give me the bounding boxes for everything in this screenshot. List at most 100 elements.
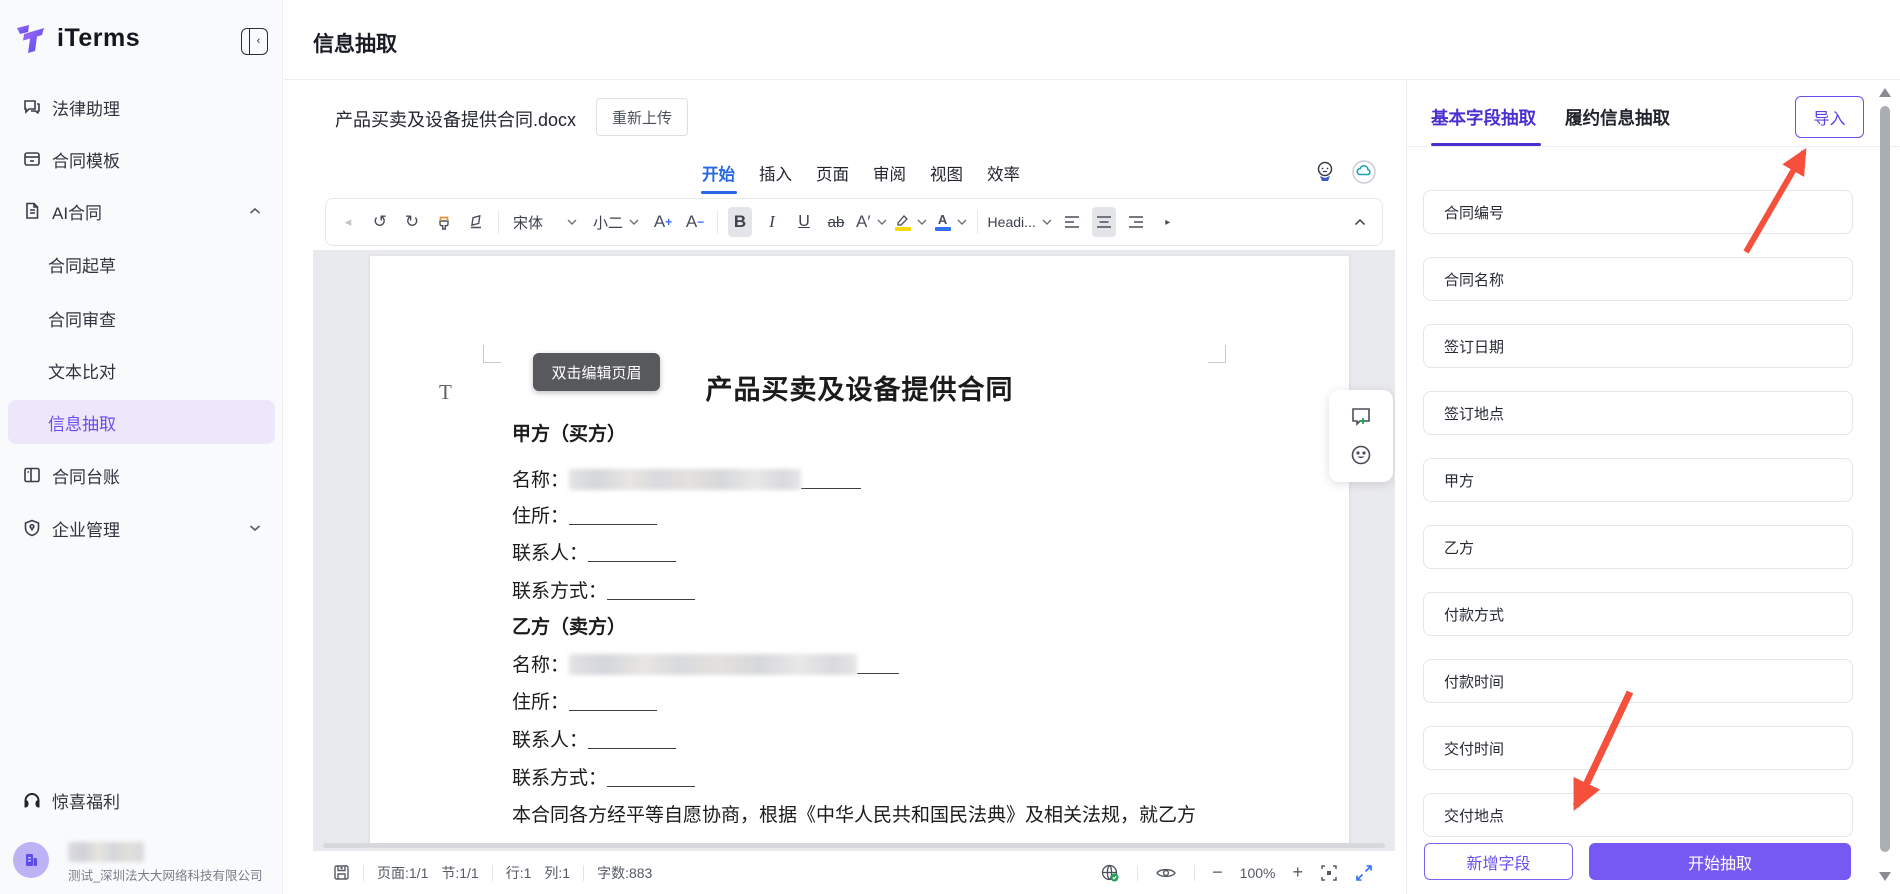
zoom-out-button[interactable]: − (1212, 862, 1223, 883)
nav-back-icon[interactable]: ◂ (336, 207, 360, 237)
margin-mark-left (483, 345, 501, 363)
field-list: 合同编号 合同名称 签订日期 签订地点 甲方 乙方 付款方式 付款时间 交付时间… (1423, 190, 1853, 860)
field-item[interactable]: 合同编号 (1423, 190, 1853, 234)
sidebar-item-benefits[interactable]: 惊喜福利 (8, 778, 275, 822)
contract-closing-line: 本合同各方经平等自愿协商，根据《中华人民共和国民法典》及相关法规，就乙方 (512, 805, 1197, 826)
brand-name: iTerms (57, 23, 141, 52)
highlighter-icon (897, 214, 908, 226)
editor-tabbar-icons (1312, 159, 1377, 185)
format-painter-icon[interactable] (432, 207, 456, 237)
scrollbar-down-arrow[interactable] (1879, 872, 1891, 881)
font-size-select[interactable]: 小二 (589, 207, 643, 237)
tab-home[interactable]: 开始 (702, 161, 735, 185)
tab-efficiency[interactable]: 效率 (987, 161, 1020, 185)
preview-eye-icon[interactable] (1155, 866, 1177, 880)
sidebar-item-label: 合同起草 (48, 256, 116, 276)
building-icon (26, 854, 37, 866)
emoji-icon[interactable] (1349, 443, 1373, 467)
add-field-button[interactable]: 新增字段 (1424, 843, 1573, 880)
field-item[interactable]: 签订日期 (1423, 324, 1853, 368)
zoom-in-button[interactable]: + (1292, 862, 1303, 883)
align-center-button[interactable] (1091, 207, 1116, 237)
highlight-color-swatch (894, 226, 911, 231)
brand-logo: iTerms (14, 22, 140, 54)
language-check-icon[interactable] (1100, 863, 1120, 883)
highlight-color-button[interactable] (894, 207, 927, 237)
sidebar-item-legal-assistant[interactable]: 法律助理 (8, 85, 275, 129)
field-item[interactable]: 签订地点 (1423, 391, 1853, 435)
underline-button[interactable]: U (792, 207, 816, 237)
company-avatar (13, 842, 49, 878)
tab-performance-info[interactable]: 履约信息抽取 (1565, 105, 1670, 130)
undo-icon[interactable]: ↺ (368, 207, 392, 237)
sidebar-item-text-compare[interactable]: 文本比对 (8, 348, 275, 392)
sidebar-item-enterprise-mgmt[interactable]: 企业管理 (8, 506, 275, 550)
horizontal-scrollbar[interactable] (323, 843, 1385, 848)
font-family-value: 宋体 (513, 214, 544, 232)
add-comment-icon[interactable] (1349, 405, 1373, 429)
align-left-button[interactable] (1060, 207, 1084, 237)
sidebar-item-contract-review[interactable]: 合同审查 (8, 296, 275, 340)
tab-basic-fields[interactable]: 基本字段抽取 (1431, 105, 1541, 146)
start-extract-button[interactable]: 开始抽取 (1589, 843, 1851, 880)
sidebar-item-info-extraction[interactable]: 信息抽取 (8, 400, 275, 444)
sidebar-item-contract-template[interactable]: 合同模板 (8, 137, 275, 181)
field-item[interactable]: 甲方 (1423, 458, 1853, 502)
blank-underline (588, 542, 677, 562)
more-tools-icon[interactable]: ▸ (1156, 207, 1180, 237)
increase-font-button[interactable]: A + (651, 207, 675, 237)
reupload-button[interactable]: 重新上传 (596, 98, 689, 136)
status-line: 行:1 (505, 864, 532, 881)
field-item[interactable]: 交付时间 (1423, 726, 1853, 770)
sidebar-item-ai-contract[interactable]: AI合同 (8, 189, 275, 233)
field-item[interactable]: 付款方式 (1423, 592, 1853, 636)
collapse-toolbar-icon[interactable] (1348, 207, 1372, 237)
clear-format-icon[interactable] (464, 207, 488, 237)
cloud-sync-icon[interactable] (1351, 159, 1377, 185)
sidebar-item-label: 惊喜福利 (52, 792, 120, 812)
superscript-button[interactable]: A′ (856, 207, 887, 237)
editor-tabbar: 开始 插入 页面 审阅 视图 效率 (702, 150, 1020, 196)
heading-style-value: Headi... (987, 214, 1036, 230)
comment-float-panel (1329, 390, 1393, 482)
redo-icon[interactable]: ↻ (400, 207, 424, 237)
align-right-button[interactable] (1124, 207, 1148, 237)
redacted-text (569, 469, 802, 490)
document-page[interactable]: T 双击编辑页眉 产品买卖及设备提供合同 甲方（买方） 名称： 住所： 联系人：… (370, 256, 1349, 844)
scrollbar-thumb[interactable] (1880, 106, 1890, 852)
italic-button[interactable]: I (760, 207, 784, 237)
tab-review[interactable]: 审阅 (873, 161, 906, 185)
field-item[interactable]: 交付地点 (1423, 793, 1853, 837)
heading-style-select[interactable]: Headi... (988, 207, 1052, 237)
save-icon[interactable] (333, 864, 350, 881)
document-filename: 产品买卖及设备提供合同.docx (335, 110, 577, 130)
fit-page-icon[interactable] (1320, 864, 1338, 882)
field-item-label: 交付时间 (1444, 740, 1505, 758)
chevron-down-icon (957, 219, 967, 225)
import-button[interactable]: 导入 (1795, 96, 1864, 138)
tab-view[interactable]: 视图 (930, 161, 963, 185)
page-title: 信息抽取 (313, 33, 397, 56)
field-item[interactable]: 合同名称 (1423, 257, 1853, 301)
sidebar-item-label: 信息抽取 (48, 414, 116, 434)
assistant-mascot-icon[interactable] (1312, 159, 1338, 185)
fullscreen-icon[interactable] (1355, 864, 1373, 882)
bold-button[interactable]: B (728, 207, 753, 237)
margin-mark-right (1208, 345, 1226, 363)
field-item-label: 付款时间 (1444, 673, 1505, 691)
strikethrough-button[interactable]: ab (824, 207, 848, 237)
field-label: 联系人： (512, 543, 589, 564)
sidebar-item-contract-ledger[interactable]: 合同台账 (8, 453, 275, 497)
tab-insert[interactable]: 插入 (759, 161, 792, 185)
tab-page[interactable]: 页面 (816, 161, 849, 185)
scrollbar-up-arrow[interactable] (1879, 88, 1891, 97)
font-color-swatch (934, 227, 951, 231)
font-family-select[interactable]: 宋体 (509, 207, 581, 237)
field-item[interactable]: 乙方 (1423, 525, 1853, 569)
template-box-icon (22, 149, 42, 169)
font-color-button[interactable]: A (934, 207, 967, 237)
sidebar-collapse-icon[interactable]: ‹ (241, 28, 268, 55)
field-item[interactable]: 付款时间 (1423, 659, 1853, 703)
sidebar-item-contract-draft[interactable]: 合同起草 (8, 242, 275, 286)
decrease-font-button[interactable]: A − (683, 207, 707, 237)
